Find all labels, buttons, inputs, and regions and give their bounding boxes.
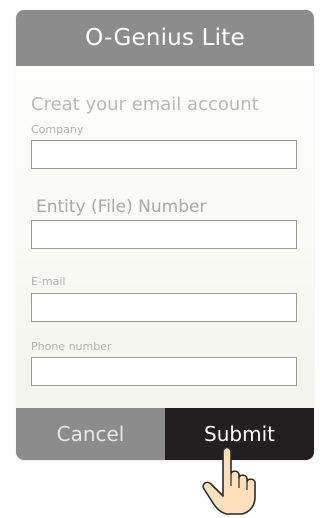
company-label: Company	[31, 123, 84, 136]
form-heading: Creat your email account	[31, 94, 259, 115]
phone-field[interactable]	[31, 357, 297, 386]
app-header: O-Genius Lite	[16, 10, 314, 66]
email-field[interactable]	[31, 293, 297, 322]
signup-card: O-Genius Lite Creat your email account C…	[16, 10, 314, 460]
cancel-button[interactable]: Cancel	[16, 408, 165, 460]
phone-label: Phone number	[31, 340, 112, 353]
form-actions: Cancel Submit	[16, 408, 314, 460]
email-label: E-mail	[31, 275, 66, 288]
app-title: O-Genius Lite	[85, 25, 245, 51]
company-field[interactable]	[31, 140, 297, 169]
pointing-hand-icon	[202, 446, 256, 515]
entity-number-label: Entity (File) Number	[36, 197, 207, 217]
entity-number-field[interactable]	[31, 220, 297, 249]
